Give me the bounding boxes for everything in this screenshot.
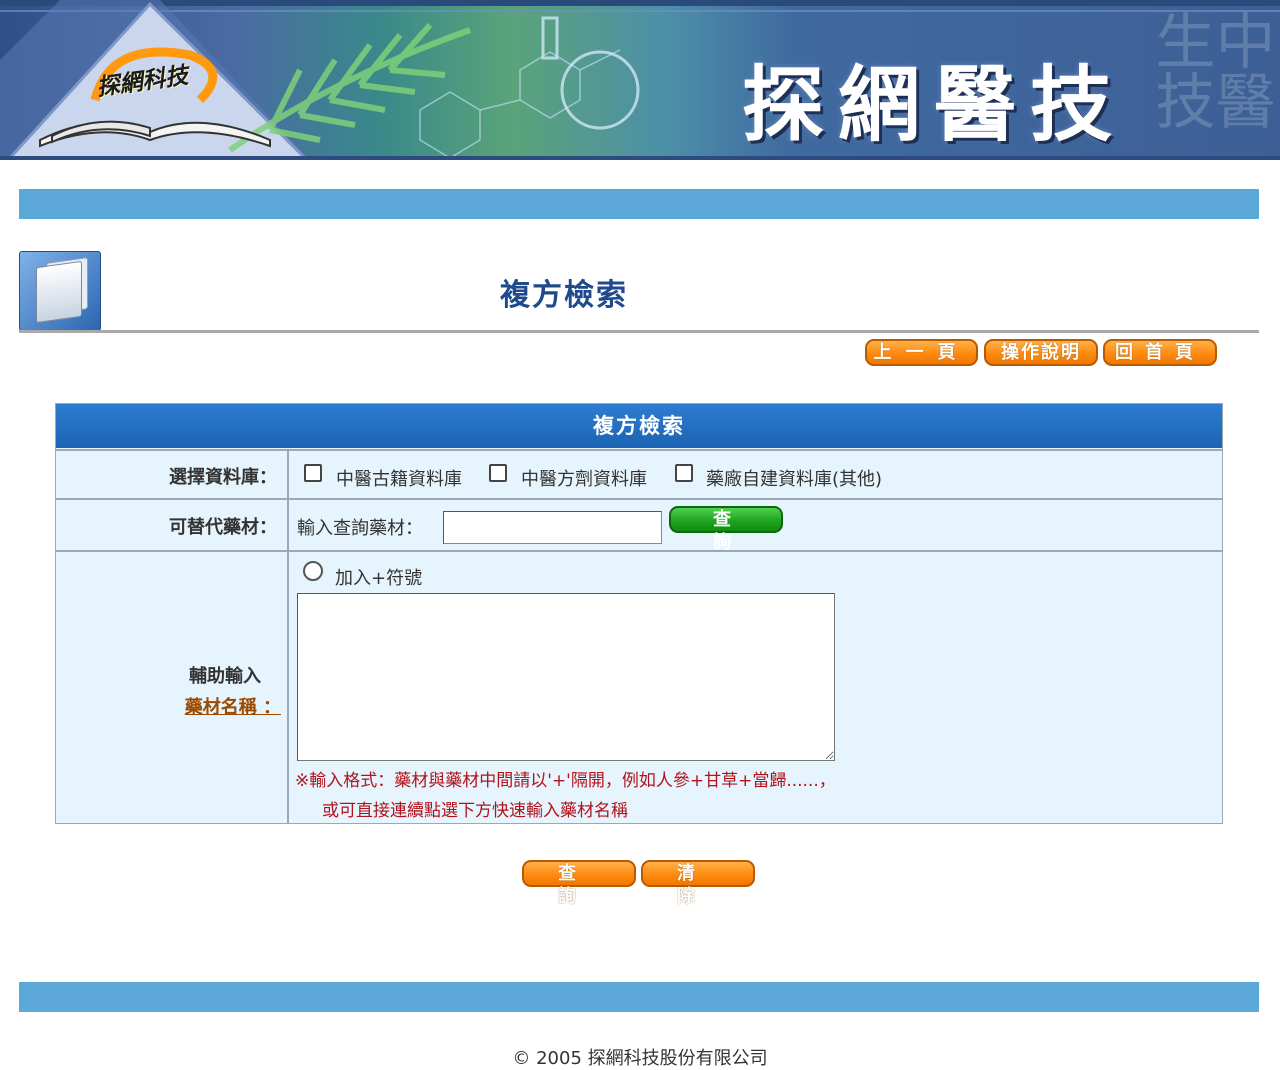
home-button[interactable]: 回首頁 [1103, 339, 1217, 366]
db-option-formulas: 中醫方劑資料庫 [521, 469, 647, 490]
db-option-ancient-texts: 中醫古籍資料庫 [336, 469, 462, 490]
substitute-label: 可替代藥材： [169, 517, 277, 538]
db-checkbox-ancient-texts[interactable] [304, 464, 322, 482]
herb-query-input[interactable] [443, 511, 662, 544]
database-label-cell: 選擇資料庫： [56, 451, 289, 499]
clear-button[interactable]: 清除 [641, 860, 755, 907]
copyright-footer: © 2005 探網科技股份有限公司 [512, 1048, 768, 1069]
db-option-manufacturer: 藥廠自建資料庫(其他) [706, 469, 883, 490]
assist-row: 輔助輸入 藥材名稱 ： 加入+符號 ※輸入格式：藥材與藥材中間請以'+'隔開，例… [56, 550, 1222, 824]
add-plus-radio[interactable] [303, 561, 323, 581]
page-title: 複方檢索 [500, 278, 628, 313]
format-hint: ※輸入格式：藥材與藥材中間請以'+'隔開，例如人參+甘草+當歸......， [295, 771, 836, 791]
herb-query-label: 輸入查詢藥材： [297, 518, 423, 539]
format-hint-secondary: 或可直接連續點選下方快速輸入藥材名稱 [322, 801, 628, 821]
banner-ghost-text: 中醫生技 [1145, 10, 1275, 130]
banner-bottom-line [0, 156, 1280, 160]
bottom-divider-bar [19, 982, 1259, 1012]
database-row: 選擇資料庫： 中醫古籍資料庫 中醫方劑資料庫 藥廠自建資料庫(其他) [56, 449, 1222, 499]
herb-names-textarea[interactable] [297, 593, 835, 761]
db-checkbox-manufacturer[interactable] [675, 464, 693, 482]
previous-page-button[interactable]: 上一頁 [865, 339, 978, 366]
db-checkbox-formulas[interactable] [489, 464, 507, 482]
substitute-label-cell: 可替代藥材： [56, 500, 289, 551]
assist-label-cell: 輔助輸入 藥材名稱 ： [56, 552, 289, 824]
title-divider [19, 330, 1259, 333]
herb-name-link[interactable]: 藥材名稱 ： [185, 693, 281, 719]
banner-title: 探網醫技 [742, 57, 1127, 153]
herb-query-button[interactable]: 查詢 [669, 506, 783, 553]
add-plus-label: 加入+符號 [335, 568, 423, 589]
compound-search-form: 複方檢索 選擇資料庫： 中醫古籍資料庫 中醫方劑資料庫 藥廠自建資料庫(其他) … [55, 403, 1223, 824]
top-divider-bar [19, 189, 1259, 219]
substitute-row: 可替代藥材： 輸入查詢藥材： 查詢 [56, 498, 1222, 553]
assist-input-label: 輔助輸入 [189, 666, 261, 687]
help-button[interactable]: 操作說明 [984, 339, 1098, 366]
header-banner: 探網科技 中醫生技 探網醫技 [0, 0, 1280, 160]
database-label: 選擇資料庫： [169, 467, 277, 488]
form-header: 複方檢索 [56, 404, 1222, 448]
search-button[interactable]: 查詢 [522, 860, 636, 907]
